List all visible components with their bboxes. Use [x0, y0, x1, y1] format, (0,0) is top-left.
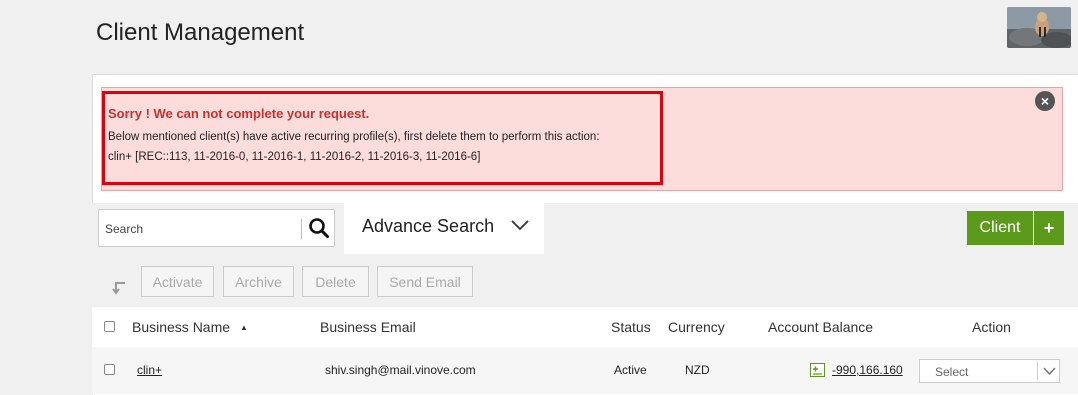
row-action-select-value: Select	[935, 365, 969, 379]
alert-message-line2: clin+ [REC::113, 11-2016-0, 11-2016-1, 1…	[108, 151, 481, 163]
search-input[interactable]	[103, 219, 297, 239]
header-account-balance[interactable]: Account Balance	[768, 319, 873, 335]
page-title: Client Management	[96, 19, 305, 46]
alert-title: Sorry ! We can not complete your request…	[108, 106, 370, 121]
header-status[interactable]: Status	[611, 319, 651, 335]
advance-search-label: Advance Search	[362, 216, 495, 236]
archive-button[interactable]: Archive	[223, 266, 294, 297]
search-divider	[301, 219, 302, 239]
sort-asc-icon: ▲	[239, 323, 248, 332]
advance-search-toggle[interactable]: Advance Search	[344, 203, 544, 254]
business-email-cell: shiv.singh@mail.vinove.com	[325, 363, 476, 377]
select-divider	[1037, 362, 1038, 380]
header-business-name-label: Business Name	[132, 319, 231, 335]
add-payment-icon[interactable]	[810, 363, 825, 377]
header-action: Action	[972, 319, 1011, 335]
search-icon[interactable]	[308, 217, 330, 239]
row-action-select[interactable]: Select	[919, 359, 1060, 383]
row-checkbox[interactable]	[104, 364, 115, 375]
alert-message-line1: Below mentioned client(s) have active re…	[108, 131, 600, 143]
chevron-down-icon	[1043, 367, 1056, 376]
activate-button[interactable]: Activate	[141, 266, 214, 297]
select-all-checkbox[interactable]	[104, 321, 115, 332]
account-balance-link[interactable]: -990,166.160	[832, 363, 903, 377]
header-business-email[interactable]: Business Email	[320, 319, 416, 335]
delete-button[interactable]: Delete	[302, 266, 369, 297]
send-email-button[interactable]: Send Email	[377, 266, 473, 297]
avatar[interactable]	[1007, 7, 1071, 48]
select-arrow-icon	[112, 282, 125, 295]
chevron-down-icon	[511, 220, 529, 231]
close-circle-icon[interactable]: ×	[1035, 91, 1055, 111]
header-currency[interactable]: Currency	[668, 319, 725, 335]
business-name-link[interactable]: clin+	[137, 363, 162, 377]
currency-cell: NZD	[685, 363, 710, 377]
add-client-plus-button[interactable]: +	[1034, 211, 1064, 245]
add-client-button[interactable]: Client	[967, 211, 1033, 245]
status-cell: Active	[614, 363, 647, 377]
header-business-name[interactable]: Business Name ▲	[132, 319, 248, 335]
search-box	[98, 209, 335, 247]
